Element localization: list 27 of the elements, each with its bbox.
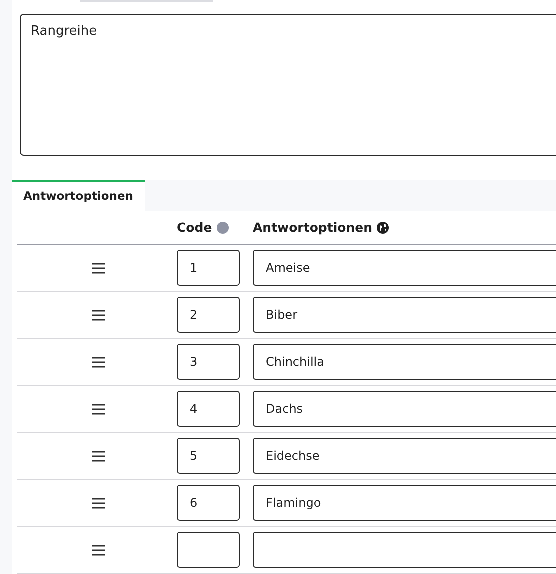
answer-option-field[interactable]: Dachs [253,391,556,428]
answer-option-field[interactable]: Eidechse [253,438,556,474]
column-header: Antwortoptionen [253,220,372,236]
drag-handle-icon[interactable] [92,450,104,462]
drag-handle-icon[interactable] [92,356,104,368]
code-field[interactable]: 2 [177,297,240,334]
column-header: Code [177,220,212,236]
tab[interactable]: Antwortoptionen [12,180,145,211]
answer-option-field[interactable]: Ameise [253,250,556,286]
code-field[interactable]: 3 [177,344,240,380]
drag-handle-icon[interactable] [92,404,104,415]
code-field[interactable]: 5 [177,438,240,474]
question-text-field[interactable]: Rangreihe [20,14,556,156]
drag-handle-icon[interactable] [92,262,104,274]
info-icon [217,222,230,234]
code-field[interactable]: 1 [177,250,240,286]
drag-handle-icon[interactable] [92,310,104,321]
globe-icon [377,222,390,234]
answer-option-field[interactable]: Flamingo [253,485,556,522]
answer-option-field[interactable] [253,532,556,568]
drag-handle-icon[interactable] [92,498,104,509]
code-field[interactable]: 4 [177,391,240,428]
code-field[interactable]: 6 [177,485,240,522]
answer-option-field[interactable]: Biber [253,297,556,334]
drag-handle-icon[interactable] [92,544,104,556]
code-field[interactable] [177,532,240,568]
answer-option-field[interactable]: Chinchilla [253,344,556,380]
